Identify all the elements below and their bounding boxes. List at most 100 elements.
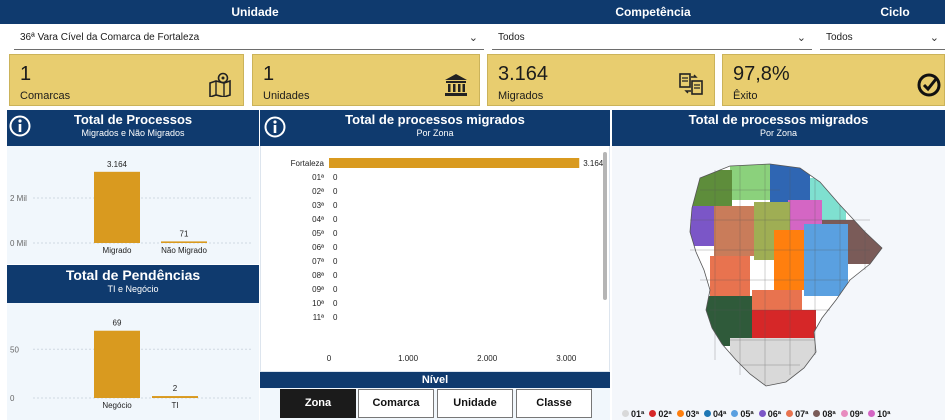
legend-label: 05ª xyxy=(740,408,754,419)
panel-pendencias-header: Total de Pendências TI e Negócio xyxy=(7,265,259,303)
legend-item[interactable]: 06ª xyxy=(758,409,781,418)
panel-zona-subtitle: Por Zona xyxy=(416,128,454,138)
data-label: 69 xyxy=(113,319,122,328)
info-icon[interactable] xyxy=(9,115,31,137)
bar xyxy=(329,158,580,168)
data-label: 0 xyxy=(333,299,338,308)
legend-item[interactable]: 07ª xyxy=(786,408,809,419)
panel-processos-subtitle: Migrados e Não Migrados xyxy=(81,128,185,138)
legend-dot-icon xyxy=(649,410,657,417)
map-region-02 xyxy=(752,310,816,338)
legend-label: 04ª xyxy=(713,408,727,419)
x-tick-label: Migrado xyxy=(103,246,132,255)
panel-mapa-title: Total de processos migrados xyxy=(688,112,869,127)
panel-processos-title: Total de Processos xyxy=(73,112,193,127)
legend-label: 09ª xyxy=(849,408,864,419)
bar xyxy=(161,241,207,243)
chevron-down-icon: ⌄ xyxy=(929,32,939,44)
card-migrados: 3.164 Migrados xyxy=(487,54,715,106)
courthouse-icon xyxy=(445,74,467,96)
map-region-07 xyxy=(710,256,750,296)
header-bar xyxy=(0,0,945,24)
chart-pendencias: 0 50 69 Negócio 2 TI xyxy=(10,319,253,410)
y-tick-label: 0 xyxy=(10,394,15,403)
card-exito: 97,8% Êxito xyxy=(722,54,945,106)
legend-label: 08ª xyxy=(822,408,836,419)
chevron-down-icon: ⌄ xyxy=(796,32,806,44)
data-label: 3.164 xyxy=(583,159,604,168)
legend-label: 10ª xyxy=(877,408,891,419)
competencia-dropdown[interactable]: Todos ⌄ xyxy=(492,26,812,50)
card-comarcas: 1 Comarcas xyxy=(9,54,244,106)
panel-zona-header: Total de processos migrados Por Zona xyxy=(260,110,610,146)
card-comarcas-value: 1 xyxy=(20,63,32,85)
check-circle-icon xyxy=(917,73,941,97)
map-location-icon xyxy=(209,72,231,97)
competencia-dropdown-value: Todos xyxy=(498,32,525,43)
category-label: 07ª xyxy=(312,257,324,266)
nivel-comarca-button[interactable]: Comarca xyxy=(358,389,434,418)
category-label: 01ª xyxy=(312,173,324,182)
data-label: 0 xyxy=(333,173,338,182)
card-unidades-label: Unidades xyxy=(263,90,310,102)
nivel-classe-button[interactable]: Classe xyxy=(516,389,592,418)
card-exito-value: 97,8% xyxy=(733,63,790,85)
unidade-dropdown[interactable]: 36ª Vara Cível da Comarca de Fortaleza ⌄ xyxy=(14,26,484,50)
legend-dot-icon xyxy=(868,410,876,417)
documents-transfer-icon xyxy=(679,73,703,95)
x-tick-label: 1.000 xyxy=(398,354,419,363)
bar xyxy=(94,171,140,243)
ciclo-header: Ciclo xyxy=(880,5,910,19)
legend-dot-icon xyxy=(704,410,712,417)
x-tick-label: 2.000 xyxy=(477,354,498,363)
ciclo-dropdown[interactable]: Todos ⌄ xyxy=(820,26,945,50)
category-label: 05ª xyxy=(312,229,324,238)
data-label: 0 xyxy=(333,257,338,266)
nivel-title: Nível xyxy=(421,374,449,386)
ceara-map[interactable] xyxy=(670,160,895,390)
category-label: 09ª xyxy=(312,285,324,294)
legend-item[interactable]: 10ª xyxy=(868,408,891,419)
chevron-down-icon: ⌄ xyxy=(468,32,478,44)
panel-mapa-subtitle: Por Zona xyxy=(759,128,798,138)
legend-item[interactable]: 02ª xyxy=(649,409,672,418)
data-label: 0 xyxy=(333,201,338,210)
map-region-05 xyxy=(804,224,848,296)
category-label: 11ª xyxy=(313,313,324,322)
legend-item[interactable]: 03ª xyxy=(676,408,700,419)
x-tick-label: 3.000 xyxy=(556,354,577,363)
data-label: 0 xyxy=(333,271,338,280)
legend-item[interactable]: 09ª xyxy=(840,408,864,419)
panel-processos-header: Total de Processos Migrados e Não Migrad… xyxy=(7,110,259,146)
map-legend: 01ª 02ª 03ª 04ª 05ª 06ª 07ª 08ª 09ª 10ª xyxy=(622,404,945,418)
map-region-06 xyxy=(690,206,716,246)
card-unidades-value: 1 xyxy=(263,63,275,85)
legend-dot-icon xyxy=(622,410,629,417)
zona-scrollbar[interactable] xyxy=(603,152,607,300)
bar xyxy=(94,330,140,398)
card-exito-label: Êxito xyxy=(733,90,758,102)
legend-label: 01ª xyxy=(631,408,645,419)
nivel-header: Nível xyxy=(260,372,610,388)
legend-item[interactable]: 08ª xyxy=(813,408,836,419)
nivel-zona-button[interactable]: Zona xyxy=(280,389,356,418)
nivel-unidade-button[interactable]: Unidade xyxy=(437,389,513,418)
data-label: 0 xyxy=(333,285,338,294)
legend-item[interactable]: 05ª xyxy=(731,408,754,419)
map-region-green-dark xyxy=(690,170,732,206)
y-tick-label: 2 Mil xyxy=(10,194,27,203)
legend-label: 03ª xyxy=(685,408,700,419)
map-region-brown xyxy=(714,206,754,256)
bar xyxy=(152,396,198,398)
legend-dot-icon xyxy=(731,410,739,417)
y-tick-label: 0 Mil xyxy=(10,239,27,248)
map-region-03 xyxy=(774,230,804,290)
legend-item[interactable]: 01ª xyxy=(622,408,645,419)
x-tick-label: 0 xyxy=(327,354,332,363)
info-icon[interactable] xyxy=(264,116,286,138)
competencia-header: Competência xyxy=(615,5,691,19)
legend-dot-icon xyxy=(786,410,794,417)
data-label: 0 xyxy=(333,243,338,252)
legend-item[interactable]: 04ª xyxy=(704,408,727,419)
legend-label: 07ª xyxy=(795,408,809,419)
